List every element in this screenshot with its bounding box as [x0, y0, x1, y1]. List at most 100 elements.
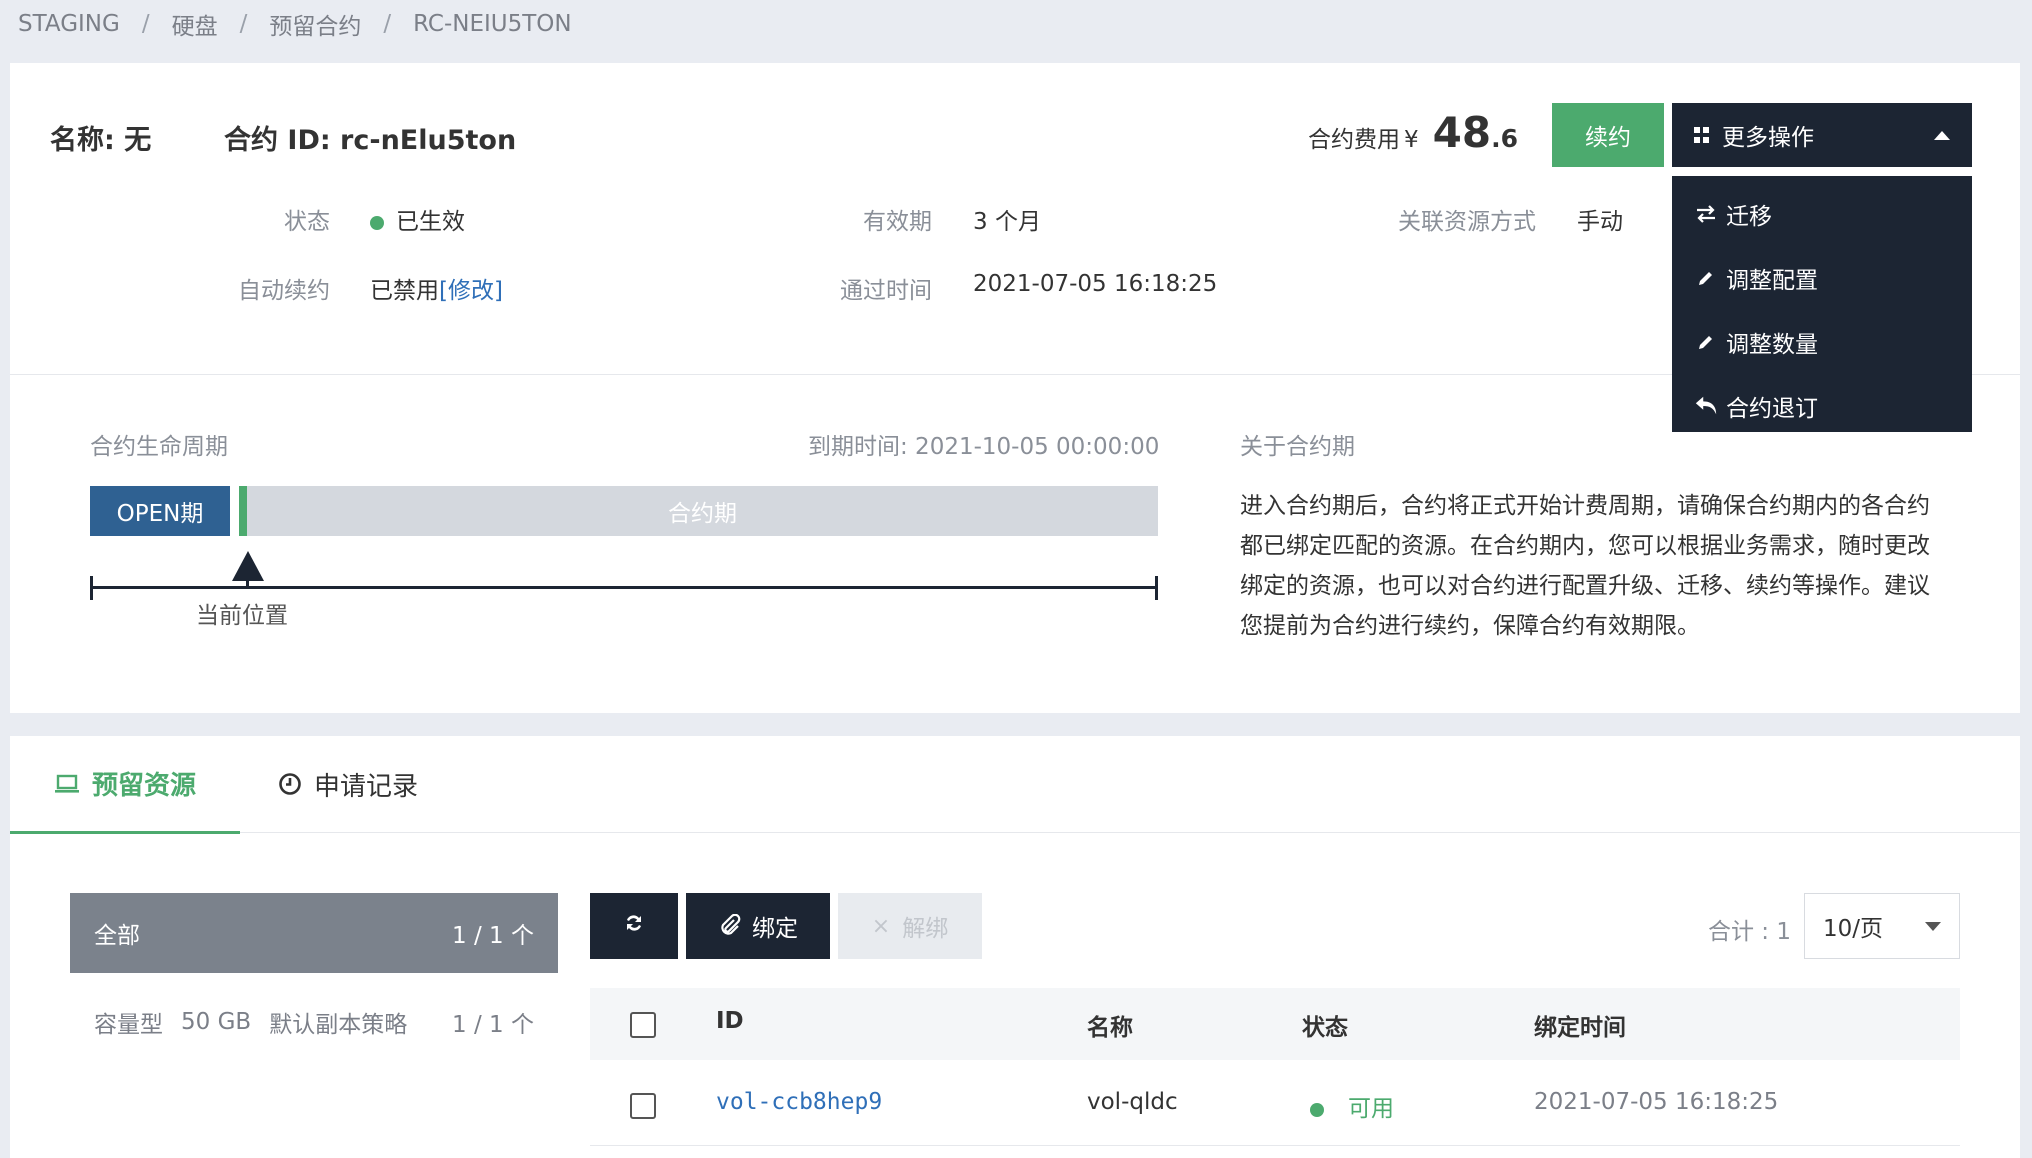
fee-amount-decimal: .6	[1491, 124, 1518, 153]
passed-time-value: 2021-07-05 16:18:25	[973, 271, 1218, 297]
menu-item-label: 迁移	[1726, 204, 1772, 230]
status-label: 状态	[284, 209, 330, 235]
edit-auto-renew-link[interactable]: [修改]	[439, 278, 503, 304]
pencil-icon	[1694, 332, 1718, 352]
timeline-axis	[90, 586, 1158, 589]
current-position-marker-icon	[232, 551, 264, 581]
filter-all-label: 全部	[94, 923, 140, 949]
laptop-icon	[54, 774, 80, 794]
assoc-mode-value: 手动	[1577, 209, 1623, 235]
timeline-start-tick	[90, 576, 93, 600]
volume-status-text: 可用	[1348, 1096, 1394, 1122]
breadcrumb-item-staging[interactable]: STAGING	[18, 11, 120, 37]
more-actions-label: 更多操作	[1722, 125, 1814, 151]
menu-item-adjust-config[interactable]: 调整配置	[1672, 246, 1972, 310]
page-size-value: 10/页	[1823, 916, 1884, 942]
column-header-id[interactable]: ID	[716, 1008, 744, 1034]
tab-label: 申请记录	[314, 771, 419, 802]
renew-button[interactable]: 续约	[1552, 103, 1664, 167]
validity-value: 3 个月	[973, 209, 1041, 235]
current-position-stem	[246, 578, 249, 588]
pencil-icon	[1694, 268, 1718, 288]
about-period-text: 进入合约期后，合约将正式开始计费周期，请确保合约期内的各合约都已绑定匹配的资源。…	[1240, 493, 1930, 639]
filter-item-size: 50 GB	[181, 1009, 252, 1035]
breadcrumb-separator: /	[141, 11, 150, 37]
bind-label: 绑定	[752, 916, 798, 942]
contract-name: 名称: 无	[50, 125, 152, 156]
expire-time: 到期时间: 2021-10-05 00:00:00	[808, 434, 1160, 460]
undo-icon	[1694, 394, 1718, 418]
table-header	[590, 988, 1960, 1060]
refresh-button[interactable]	[590, 893, 678, 959]
tab-application-records[interactable]: 申请记录	[278, 736, 418, 832]
open-period-bar: OPEN期	[90, 486, 230, 536]
breadcrumb-separator: /	[239, 11, 248, 37]
filter-all[interactable]: 全部 1 / 1 个	[70, 893, 558, 973]
unbind-button[interactable]: × 解绑	[838, 893, 982, 959]
contract-id: 合约 ID: rc-nElu5ton	[224, 125, 517, 156]
tabs-divider	[10, 832, 2020, 833]
filter-item-count: 1 / 1 个	[452, 1012, 534, 1038]
more-actions-menu: 迁移 调整配置 调整数量 合约退订	[1672, 176, 1972, 432]
grid-icon	[1694, 127, 1710, 143]
contract-period-bar: 合约期	[247, 486, 1158, 536]
current-progress-bar	[239, 486, 247, 536]
auto-renew-label: 自动续约	[238, 278, 330, 304]
volume-bind-time: 2021-07-05 16:18:25	[1534, 1089, 1779, 1115]
breadcrumb-item-current: RC-NEIU5TON	[413, 11, 572, 37]
total-count: 合计 : 1	[1708, 919, 1792, 945]
timeline-end-tick	[1155, 576, 1158, 600]
auto-renew-value: 已禁用[修改]	[370, 271, 503, 305]
breadcrumb: STAGING / 硬盘 / 预留合约 / RC-NEIU5TON	[18, 8, 572, 40]
status-text: 已生效	[396, 209, 465, 235]
bind-button[interactable]: 绑定	[686, 893, 830, 959]
column-header-status[interactable]: 状态	[1302, 1008, 1348, 1042]
row-checkbox[interactable]	[630, 1093, 656, 1119]
close-icon: ×	[871, 913, 891, 939]
refresh-icon	[622, 911, 646, 942]
menu-item-label: 调整配置	[1726, 268, 1818, 294]
assoc-mode-label: 关联资源方式	[1398, 209, 1536, 235]
current-position-label: 当前位置	[196, 603, 288, 629]
status-value: 已生效	[370, 202, 465, 236]
page-size-select[interactable]: 10/页	[1804, 893, 1960, 959]
unbind-label: 解绑	[902, 916, 949, 942]
breadcrumb-separator: /	[383, 11, 392, 37]
volume-name: vol-qldc	[1087, 1089, 1178, 1115]
swap-icon	[1694, 205, 1718, 223]
more-actions-button[interactable]: 更多操作	[1672, 103, 1972, 167]
menu-item-migrate[interactable]: 迁移	[1672, 182, 1972, 246]
fee-currency: ¥	[1404, 127, 1419, 153]
fee-amount-integer: 48	[1432, 108, 1492, 157]
filter-item-type: 容量型	[94, 1012, 163, 1038]
breadcrumb-item-reserved-contract[interactable]: 预留合约	[269, 7, 361, 41]
menu-item-adjust-quantity[interactable]: 调整数量	[1672, 310, 1972, 374]
tab-label: 预留资源	[91, 771, 196, 801]
passed-time-label: 通过时间	[840, 278, 932, 304]
select-all-checkbox[interactable]	[630, 1012, 656, 1038]
filter-item-policy: 默认副本策略	[269, 1012, 408, 1038]
fee-label: 合约费用	[1308, 127, 1400, 153]
menu-item-label: 调整数量	[1726, 332, 1818, 358]
validity-label: 有效期	[863, 209, 932, 235]
chevron-down-icon	[1925, 921, 1941, 931]
lifecycle-title: 合约生命周期	[90, 434, 228, 460]
volume-id-link[interactable]: vol-ccb8hep9	[716, 1089, 882, 1115]
table-row-divider	[590, 1145, 1960, 1146]
status-dot-icon	[370, 215, 384, 230]
column-header-name[interactable]: 名称	[1087, 1008, 1133, 1042]
caret-up-icon	[1934, 130, 1950, 140]
column-header-bind-time[interactable]: 绑定时间	[1534, 1008, 1626, 1042]
volume-status: 可用	[1310, 1089, 1394, 1123]
paperclip-icon	[718, 914, 742, 938]
status-dot-icon	[1310, 1102, 1324, 1117]
menu-item-unsubscribe[interactable]: 合约退订	[1672, 374, 1972, 438]
menu-item-label: 合约退订	[1726, 396, 1818, 422]
clock-icon	[278, 772, 302, 796]
filter-item-capacity[interactable]: 容量型 50 GB 默认副本策略 1 / 1 个	[70, 1002, 558, 1042]
about-period-title: 关于合约期	[1240, 434, 1355, 460]
breadcrumb-item-disk[interactable]: 硬盘	[172, 7, 218, 41]
tab-reserved-resources[interactable]: 预留资源	[10, 736, 240, 834]
filter-all-count: 1 / 1 个	[452, 923, 534, 949]
auto-renew-text: 已禁用	[370, 278, 439, 304]
